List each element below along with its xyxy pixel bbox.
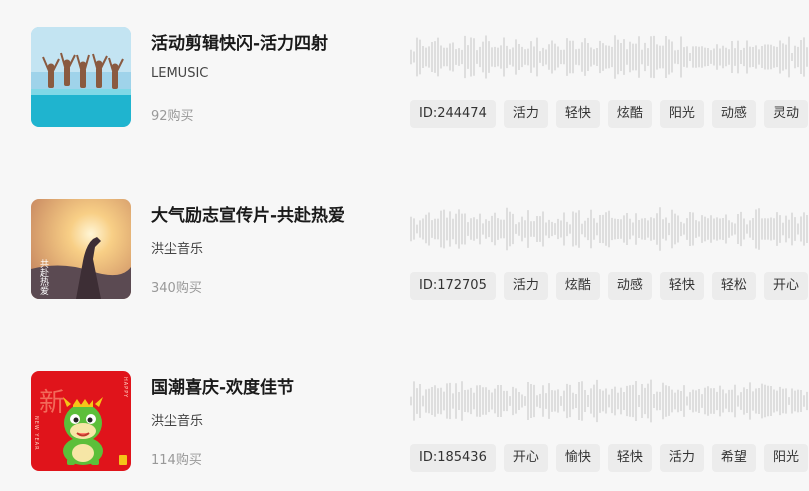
track-author[interactable]: 洪尘音乐 bbox=[151, 238, 203, 257]
track-id-badge: ID:185436 bbox=[410, 444, 496, 472]
tag[interactable]: 炫酷 bbox=[607, 100, 652, 128]
tag[interactable]: 炫酷 bbox=[555, 272, 600, 300]
tag[interactable]: 轻快 bbox=[555, 100, 600, 128]
cover-text: 新 bbox=[39, 388, 65, 418]
track-cover[interactable] bbox=[31, 27, 131, 127]
track-id-badge: ID:244474 bbox=[410, 100, 496, 128]
purchase-count: 92购买 bbox=[151, 109, 194, 124]
cover-side-left: NEW YEAR bbox=[33, 416, 39, 451]
tag[interactable]: 动感 bbox=[711, 100, 756, 128]
tag[interactable]: 阳光 bbox=[659, 100, 704, 128]
tag[interactable]: 动感 bbox=[607, 272, 652, 300]
tag-list: ID:244474 活力 轻快 炫酷 阳光 动感 灵动 bbox=[410, 100, 808, 128]
track-id-badge: ID:172705 bbox=[410, 272, 496, 300]
waveform[interactable] bbox=[410, 379, 809, 423]
tag[interactable]: 希望 bbox=[711, 444, 756, 472]
tag[interactable]: 阳光 bbox=[763, 444, 808, 472]
tag[interactable]: 活力 bbox=[659, 444, 704, 472]
tag[interactable]: 轻松 bbox=[711, 272, 756, 300]
track-author[interactable]: 洪尘音乐 bbox=[151, 410, 203, 429]
tag[interactable]: 开心 bbox=[763, 272, 808, 300]
cover-side-right: HAPPY bbox=[122, 377, 128, 398]
tag[interactable]: 开心 bbox=[503, 444, 548, 472]
tag[interactable]: 灵动 bbox=[763, 100, 808, 128]
purchase-count: 340购买 bbox=[151, 281, 202, 296]
tag[interactable]: 活力 bbox=[503, 100, 548, 128]
tag-list: ID:185436 开心 愉快 轻快 活力 希望 阳光 bbox=[410, 444, 808, 472]
track-title[interactable]: 大气励志宣传片-共赴热爱 bbox=[151, 201, 345, 226]
track-cover[interactable]: 共赴热爱 bbox=[31, 199, 131, 299]
cover-text: 共赴热爱 bbox=[38, 259, 49, 295]
purchase-count: 114购买 bbox=[151, 453, 202, 468]
track-row[interactable]: 活动剪辑快闪-活力四射 LEMUSIC 92购买 ID:244474 活力 轻快… bbox=[0, 27, 809, 137]
waveform[interactable] bbox=[410, 35, 809, 79]
tag[interactable]: 轻快 bbox=[659, 272, 704, 300]
tag-list: ID:172705 活力 炫酷 动感 轻快 轻松 开心 bbox=[410, 272, 808, 300]
track-author[interactable]: LEMUSIC bbox=[151, 66, 208, 81]
track-title[interactable]: 活动剪辑快闪-活力四射 bbox=[151, 29, 328, 54]
track-row[interactable]: 新 NEW YEAR HAPPY 国潮喜庆-欢度佳节 洪尘音乐 114购买 ID… bbox=[0, 371, 809, 481]
track-row[interactable]: 共赴热爱 大气励志宣传片-共赴热爱 洪尘音乐 340购买 ID:172705 活… bbox=[0, 199, 809, 309]
tag[interactable]: 活力 bbox=[503, 272, 548, 300]
waveform[interactable] bbox=[410, 207, 809, 251]
track-title[interactable]: 国潮喜庆-欢度佳节 bbox=[151, 373, 294, 398]
tag[interactable]: 愉快 bbox=[555, 444, 600, 472]
track-cover[interactable]: 新 NEW YEAR HAPPY bbox=[31, 371, 131, 471]
tag[interactable]: 轻快 bbox=[607, 444, 652, 472]
